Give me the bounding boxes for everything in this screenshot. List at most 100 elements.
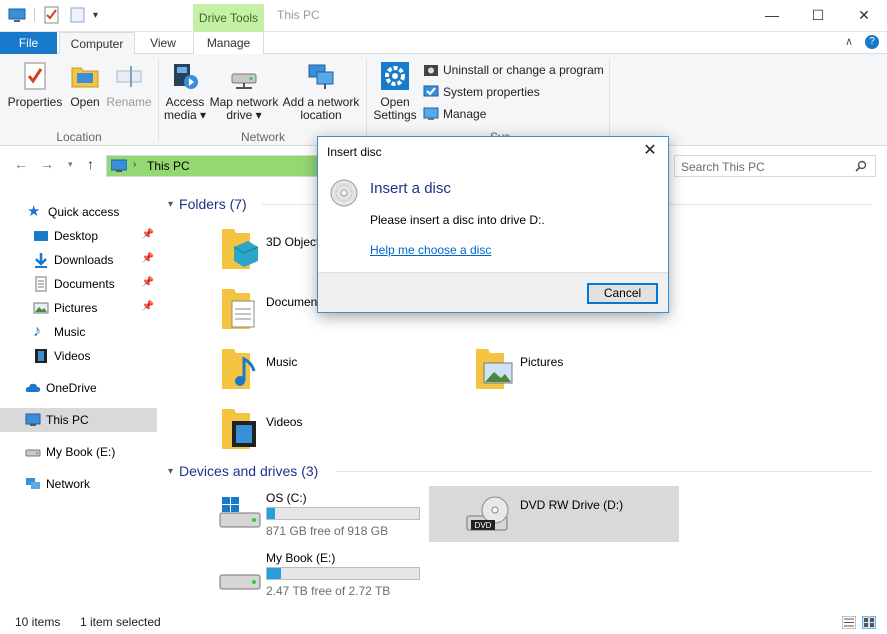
group-separator xyxy=(158,58,159,142)
forward-arrow-icon[interactable]: → xyxy=(40,156,54,172)
computer-management-icon xyxy=(423,107,439,120)
sidebar-item-downloads[interactable]: Downloads 📌 xyxy=(0,248,157,272)
help-icon[interactable]: ? xyxy=(865,35,879,49)
drive-icon xyxy=(25,449,41,457)
tab-computer[interactable]: Computer xyxy=(59,32,135,55)
close-button[interactable]: ✕ xyxy=(841,0,887,32)
star-icon: ★ xyxy=(27,203,41,220)
item-count: 10 items xyxy=(15,615,61,629)
drive-my-book-e[interactable]: My Book (E:) 2.47 TB free of 2.72 TB xyxy=(214,545,464,601)
sidebar-item-quick-access[interactable]: ★ Quick access xyxy=(0,200,157,224)
collapse-chevron-icon[interactable]: ▾ xyxy=(168,199,173,210)
rename-button[interactable]: Rename xyxy=(106,60,152,109)
open-settings-button[interactable]: Open Settings xyxy=(372,60,418,122)
search-placeholder: Search This PC xyxy=(681,160,765,174)
network-icon xyxy=(26,478,40,489)
windows-drive-icon xyxy=(219,497,261,528)
pin-icon[interactable]: 📌 xyxy=(142,277,154,288)
svg-text:DVD: DVD xyxy=(475,521,492,530)
sidebar-item-my-book[interactable]: My Book (E:) xyxy=(0,440,157,464)
collapse-ribbon-chevron-icon[interactable]: ∧ xyxy=(845,35,853,49)
minimize-button[interactable]: — xyxy=(749,0,795,32)
back-arrow-icon[interactable]: ← xyxy=(14,156,28,172)
manage-computer-button[interactable]: Manage xyxy=(423,104,486,124)
3d-objects-folder-icon xyxy=(222,229,259,269)
large-icons-view-icon[interactable] xyxy=(862,616,876,629)
new-folder-icon[interactable] xyxy=(69,6,87,24)
folder-pictures[interactable]: Pictures xyxy=(474,345,724,395)
tab-view[interactable]: View xyxy=(139,32,187,54)
drive-usage-bar xyxy=(266,507,420,520)
drive-usage-fill xyxy=(267,508,275,519)
properties-button[interactable]: Properties xyxy=(6,60,64,109)
address-path: This PC xyxy=(147,159,190,173)
pin-icon[interactable]: 📌 xyxy=(142,301,154,312)
folders-section-header[interactable]: ▾ Folders (7) xyxy=(168,196,247,212)
pictures-folder-icon xyxy=(476,349,513,389)
dialog-footer: Cancel xyxy=(318,272,668,312)
title-bar: ▾ Drive Tools This PC — ☐ ✕ xyxy=(0,0,887,32)
computer-icon[interactable] xyxy=(8,6,26,24)
tab-file[interactable]: File xyxy=(0,32,57,54)
section-divider xyxy=(336,471,872,472)
network-location-icon xyxy=(308,64,334,89)
documents-folder-icon xyxy=(222,289,255,329)
drive-tools-context-tab: Drive Tools xyxy=(193,4,264,32)
maximize-button[interactable]: ☐ xyxy=(795,0,841,32)
collapse-chevron-icon[interactable]: ▾ xyxy=(168,466,173,477)
open-button[interactable]: Open xyxy=(66,60,104,109)
settings-gear-icon xyxy=(381,62,409,90)
network-drive-icon xyxy=(231,73,257,89)
videos-folder-icon xyxy=(222,409,256,449)
video-film-icon xyxy=(35,349,47,363)
search-input[interactable]: Search This PC xyxy=(674,155,876,177)
pictures-icon xyxy=(33,302,49,314)
folder-music[interactable]: Music xyxy=(220,345,470,395)
ribbon-tab-row: File Computer View Manage ∧ ? xyxy=(0,32,887,55)
sidebar-item-pictures[interactable]: Pictures 📌 xyxy=(0,296,157,320)
sidebar-item-documents[interactable]: Documents 📌 xyxy=(0,272,157,296)
drive-dvd-rw-d[interactable]: DVD DVD RW Drive (D:) xyxy=(429,486,679,542)
cancel-button[interactable]: Cancel xyxy=(587,283,658,304)
folder-videos[interactable]: Videos xyxy=(220,405,470,455)
sidebar-item-network[interactable]: Network xyxy=(0,472,157,496)
sidebar-item-videos[interactable]: Videos xyxy=(0,344,157,368)
uninstall-program-button[interactable]: Uninstall or change a program xyxy=(423,60,604,80)
sidebar-item-this-pc[interactable]: This PC xyxy=(0,408,157,432)
dialog-title: Insert disc xyxy=(327,145,382,159)
map-network-drive-button[interactable]: Map network drive ▾ xyxy=(208,60,280,122)
tab-manage[interactable]: Manage xyxy=(193,32,264,54)
sidebar-item-desktop[interactable]: Desktop 📌 xyxy=(0,224,157,248)
music-note-icon: ♪ xyxy=(33,323,41,340)
address-progress-fill xyxy=(107,156,319,176)
devices-section-header[interactable]: ▾ Devices and drives (3) xyxy=(168,463,318,479)
customize-quick-access-chevron-icon[interactable]: ▾ xyxy=(93,10,98,21)
dialog-message: Please insert a disc into drive D:. xyxy=(370,213,545,227)
rename-icon xyxy=(116,66,142,87)
ribbon-controls: ∧ ? xyxy=(845,35,879,49)
breadcrumb-chevron-icon[interactable]: › xyxy=(133,159,136,170)
properties-check-icon[interactable] xyxy=(43,6,61,24)
pin-icon[interactable]: 📌 xyxy=(142,253,154,264)
drive-os-c[interactable]: OS (C:) 871 GB free of 918 GB xyxy=(214,485,464,541)
access-media-icon xyxy=(174,64,198,89)
open-folder-icon xyxy=(71,67,99,88)
uninstall-icon xyxy=(424,65,438,76)
up-arrow-icon[interactable]: ↑ xyxy=(87,156,94,172)
pin-icon[interactable]: 📌 xyxy=(142,229,154,240)
help-choose-disc-link[interactable]: Help me choose a disc xyxy=(370,243,491,257)
dialog-close-icon[interactable]: ✕ xyxy=(640,140,660,160)
status-bar: 10 items 1 item selected xyxy=(0,612,887,634)
recent-locations-chevron-icon[interactable]: ▾ xyxy=(68,159,73,170)
location-group-label: Location xyxy=(56,130,102,144)
search-icon xyxy=(855,160,867,172)
details-view-icon[interactable] xyxy=(842,616,856,629)
sidebar-item-music[interactable]: ♪ Music xyxy=(0,320,157,344)
access-media-button[interactable]: Access media ▾ xyxy=(162,60,208,122)
music-folder-icon xyxy=(222,349,256,389)
navigation-pane: ★ Quick access Desktop 📌 Downloads 📌 Doc… xyxy=(0,184,160,612)
system-properties-button[interactable]: System properties xyxy=(423,82,540,102)
add-network-location-button[interactable]: Add a network location xyxy=(282,60,360,122)
sidebar-item-onedrive[interactable]: OneDrive xyxy=(0,376,157,400)
group-separator xyxy=(366,58,367,142)
